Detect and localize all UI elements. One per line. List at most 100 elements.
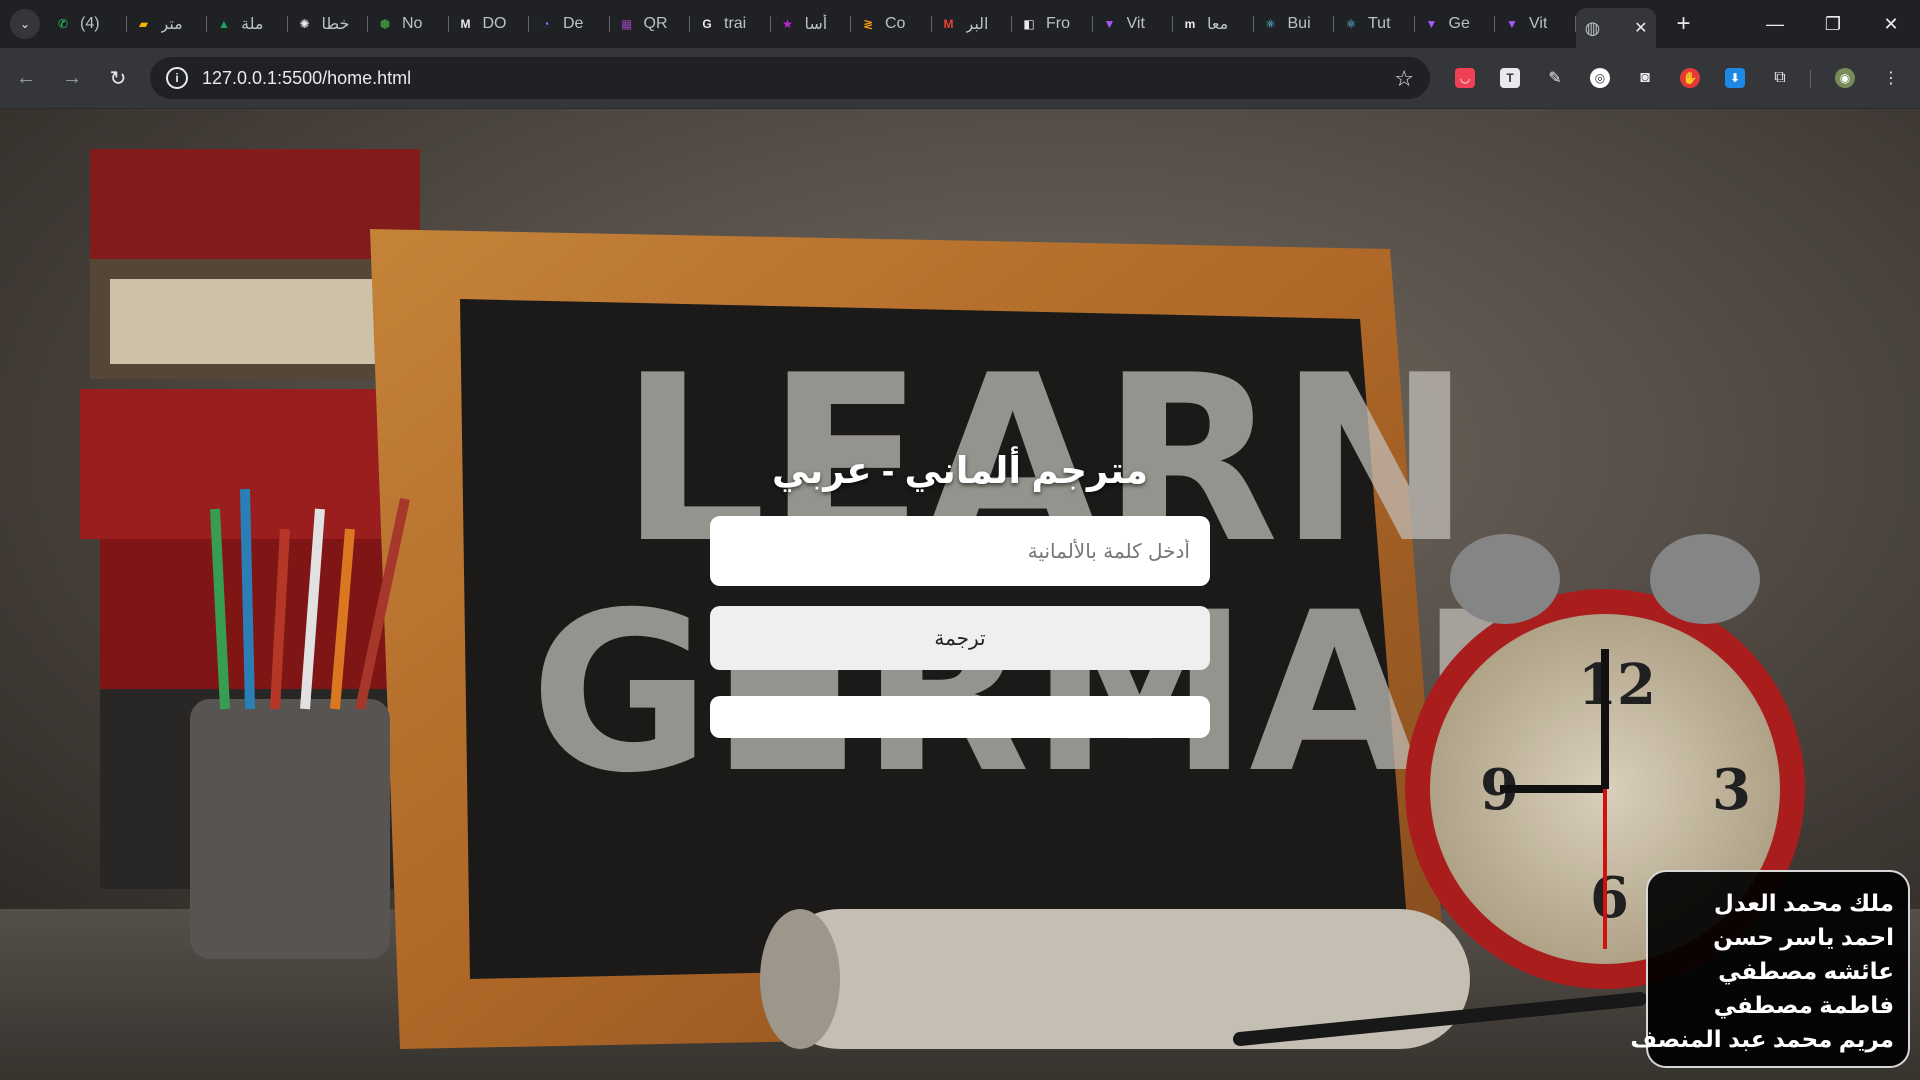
- tab-title: متر: [160, 16, 183, 33]
- tab-title: DO: [482, 15, 507, 32]
- german-word-input[interactable]: [710, 516, 1210, 586]
- react-icon: ⚛: [1345, 17, 1357, 31]
- tab-strip: ⌄ ✆ (4) ▰ متر ▲ ملة ✺ خطا ⬢ No M DO ◔ De ▦ QR Gtrai ★ أسا ≷…: [0, 0, 1920, 48]
- react-icon: ⚛: [1265, 17, 1276, 31]
- tab[interactable]: ≷ Co: [851, 6, 932, 42]
- close-tab-icon[interactable]: ✕: [1634, 18, 1647, 38]
- tab[interactable]: ⬢ No: [368, 6, 449, 42]
- whatsapp-icon: ✆: [57, 17, 69, 31]
- tab-title: QR: [643, 15, 668, 32]
- star-icon: ★: [782, 17, 793, 31]
- tab-title: Tut: [1368, 15, 1391, 32]
- vite-icon: ▼: [1103, 17, 1116, 31]
- gmail-icon: M: [943, 17, 954, 31]
- qr-icon: ▦: [620, 17, 633, 31]
- minimize-button[interactable]: —: [1746, 0, 1804, 48]
- credit-name: ملك محمد العدل: [1713, 890, 1894, 916]
- tab-title: Vit: [1126, 15, 1145, 32]
- dev-icon: ◔: [542, 17, 550, 31]
- vite-icon: ▼: [1506, 17, 1518, 31]
- tab-title: No: [402, 15, 423, 32]
- vite-icon: ▼: [1425, 17, 1438, 31]
- openai-icon: ✺: [299, 17, 310, 31]
- tab-title: Bui: [1287, 15, 1311, 32]
- info-icon[interactable]: i: [166, 67, 188, 89]
- tab-search-button[interactable]: ⌄: [10, 9, 40, 39]
- m-icon: m: [1184, 17, 1196, 31]
- tab-active[interactable]: ◍ ✕: [1575, 8, 1656, 48]
- folder-icon: ▰: [138, 17, 149, 31]
- profile-avatar[interactable]: ◉: [1830, 63, 1860, 93]
- tab-title: De: [563, 15, 584, 32]
- arrow-right-icon: →: [62, 66, 82, 89]
- download-extension-icon[interactable]: ⬇: [1720, 63, 1750, 93]
- credit-name: فاطمة مصطفي: [1713, 992, 1894, 1018]
- plus-icon: +: [1676, 10, 1691, 37]
- new-tab-button[interactable]: +: [1668, 8, 1700, 40]
- tab-title: Ge: [1448, 15, 1470, 32]
- chevron-down-icon: ⌄: [19, 17, 31, 31]
- translation-result: [710, 696, 1210, 738]
- puzzle-extensions-icon[interactable]: ⧉: [1765, 63, 1795, 93]
- tab[interactable]: ★ أسا: [771, 6, 852, 42]
- tab[interactable]: ◔ De: [529, 6, 610, 42]
- adblock-extension-icon[interactable]: ✋: [1675, 63, 1705, 93]
- globe-icon: ◍: [1584, 17, 1601, 38]
- tab[interactable]: ▼ Vit: [1495, 6, 1576, 42]
- tab[interactable]: m معا: [1173, 6, 1254, 42]
- window-controls: — ❐ ✕: [1746, 0, 1920, 48]
- eyedropper-extension-icon[interactable]: ✎: [1540, 63, 1570, 93]
- frontend-icon: ◧: [1023, 17, 1035, 31]
- url-text[interactable]: 127.0.0.1:5500/home.html: [202, 68, 411, 89]
- tab[interactable]: ⚛ Tut: [1334, 6, 1415, 42]
- tab-title: خطا: [321, 16, 350, 33]
- tab-title: (4): [80, 15, 100, 32]
- medium-icon: M: [460, 17, 471, 31]
- credit-name: مريم محمد عبد المنصف: [1630, 1026, 1894, 1052]
- tab-title: معا: [1207, 16, 1229, 33]
- tab[interactable]: ⚛ Bui: [1254, 6, 1335, 42]
- reload-button[interactable]: ↻: [98, 58, 138, 98]
- back-button[interactable]: ←: [6, 58, 46, 98]
- tab-title: أسا: [804, 16, 828, 33]
- credits-box: ملك محمد العدل احمد ياسر حسن عائشه مصطفي…: [1630, 870, 1910, 1068]
- tab-title: ملة: [241, 16, 264, 33]
- circle-extension-icon[interactable]: ◎: [1585, 63, 1615, 93]
- google-drive-icon: ▲: [218, 17, 230, 31]
- google-icon: G: [702, 17, 712, 31]
- reader-extension-icon[interactable]: T: [1495, 63, 1525, 93]
- tab[interactable]: ✆ (4): [46, 6, 127, 42]
- credit-name: عائشه مصطفي: [1718, 958, 1894, 984]
- address-bar[interactable]: i 127.0.0.1:5500/home.html ☆: [150, 57, 1430, 99]
- tab-title: trai: [724, 15, 747, 32]
- tab[interactable]: ◧ Fro: [1012, 6, 1093, 42]
- tab[interactable]: Gtrai: [690, 6, 771, 42]
- camera-extension-icon[interactable]: ◙: [1630, 63, 1660, 93]
- tab[interactable]: M DO: [449, 6, 530, 42]
- tab[interactable]: ▦ QR: [610, 6, 691, 42]
- pocket-extension-icon[interactable]: ◡: [1450, 63, 1480, 93]
- tab[interactable]: ▰ متر: [127, 6, 208, 42]
- page-title: مترجم ألماني - عربي: [771, 450, 1149, 491]
- tab[interactable]: ▼ Ge: [1415, 6, 1496, 42]
- nodejs-icon: ⬢: [379, 17, 391, 31]
- forward-button[interactable]: →: [52, 58, 92, 98]
- bookmark-star-icon[interactable]: ☆: [1394, 66, 1414, 92]
- tab-title: Co: [885, 15, 906, 32]
- translate-button[interactable]: ترجمة: [710, 606, 1210, 670]
- toolbar-divider: [1810, 70, 1811, 88]
- tab-list: ✆ (4) ▰ متر ▲ ملة ✺ خطا ⬢ No M DO ◔ De ▦ QR Gtrai ★ أسا ≷ Co…: [46, 0, 1576, 48]
- menu-icon[interactable]: ⋮: [1876, 63, 1906, 93]
- tab[interactable]: ▼ Vit: [1093, 6, 1174, 42]
- restore-button[interactable]: ❐: [1804, 0, 1862, 48]
- close-window-button[interactable]: ✕: [1862, 0, 1920, 48]
- tab[interactable]: ▲ ملة: [207, 6, 288, 42]
- page-viewport: LEARN GERMAN 12 3 6 9 مترجم ألماني - عرب…: [0, 109, 1920, 1080]
- tab-title: Fro: [1046, 15, 1070, 32]
- translator-form: مترجم ألماني - عربي ترجمة: [710, 449, 1210, 738]
- coursera-icon: ≷: [862, 17, 874, 31]
- tab[interactable]: M البر: [932, 6, 1013, 42]
- browser-toolbar: ← → ↻ i 127.0.0.1:5500/home.html ☆ ◡ T ✎…: [0, 48, 1920, 109]
- reload-icon: ↻: [109, 67, 127, 90]
- tab[interactable]: ✺ خطا: [288, 6, 369, 42]
